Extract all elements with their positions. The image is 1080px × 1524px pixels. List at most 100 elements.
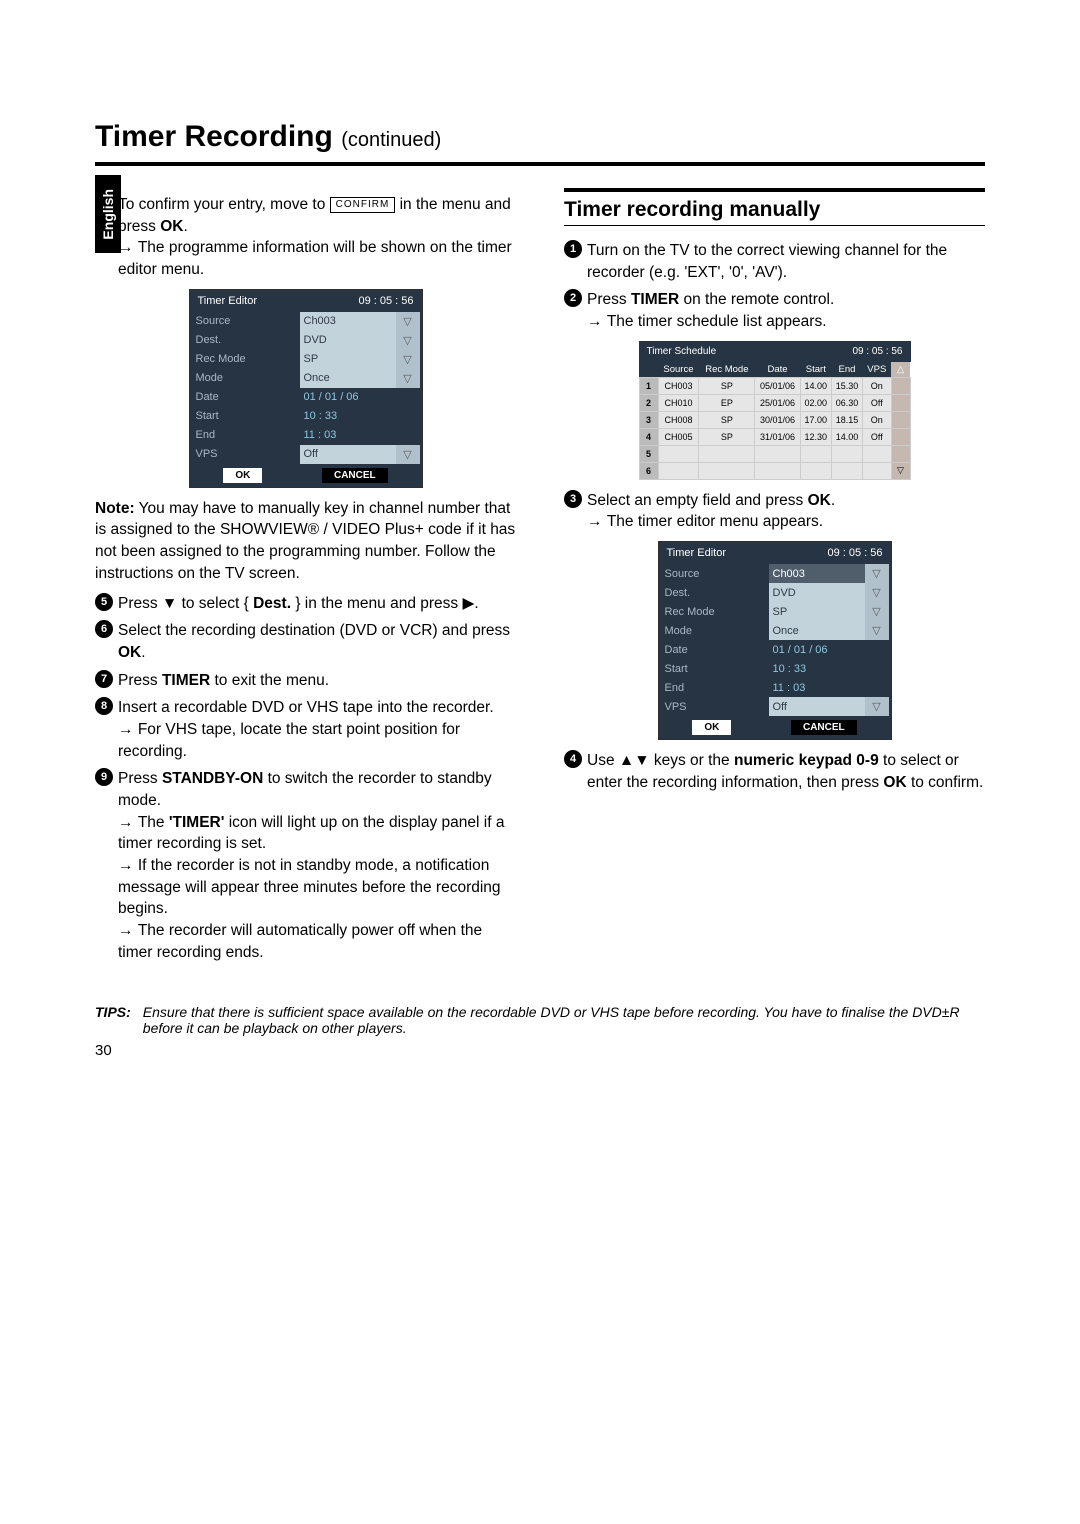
field-value[interactable]: Once [769, 621, 865, 640]
dropdown-icon[interactable]: ▽ [865, 583, 889, 602]
dropdown-icon[interactable]: ▽ [865, 621, 889, 640]
field-value[interactable]: 01 / 01 / 06 [769, 640, 889, 659]
table-cell [699, 462, 755, 479]
language-label: English [100, 189, 116, 240]
table-cell [658, 462, 699, 479]
field-value[interactable]: Ch003 [769, 564, 865, 583]
step-number-icon: 4 [564, 750, 582, 768]
section-heading: Timer recording manually [564, 198, 985, 222]
field-value[interactable]: 10 : 33 [769, 659, 889, 678]
scroll-up-icon[interactable]: △ [891, 362, 910, 378]
dropdown-icon[interactable]: ▽ [865, 564, 889, 583]
editor-row: Start10 : 33 [192, 407, 420, 426]
table-cell: 05/01/06 [755, 377, 800, 394]
dropdown-icon[interactable]: ▽ [865, 697, 889, 716]
field-value[interactable]: Ch003 [300, 312, 396, 331]
step-number-icon: 7 [95, 670, 113, 688]
scroll-down-icon[interactable]: ▽ [891, 462, 910, 479]
field-label: Start [192, 407, 300, 426]
table-row[interactable]: 3CH008SP30/01/0617.0018.15On [639, 411, 910, 428]
timer-editor-table: SourceCh003▽Dest.DVD▽Rec ModeSP▽ModeOnce… [192, 312, 420, 464]
field-label: Start [661, 659, 769, 678]
field-value[interactable]: 11 : 03 [300, 426, 420, 445]
field-label: Dest. [192, 331, 300, 350]
ok-button[interactable]: OK [692, 720, 731, 735]
ok-button[interactable]: OK [223, 468, 262, 483]
editor-row: VPSOff▽ [192, 445, 420, 464]
table-cell: SP [699, 428, 755, 445]
timer-editor-table: SourceCh003▽Dest.DVD▽Rec ModeSP▽ModeOnce… [661, 564, 889, 716]
table-row[interactable]: 5 [639, 445, 910, 462]
table-header: Date [755, 362, 800, 378]
field-label: VPS [661, 697, 769, 716]
field-label: Date [661, 640, 769, 659]
dropdown-icon[interactable]: ▽ [396, 331, 420, 350]
field-label: Rec Mode [192, 350, 300, 369]
field-value[interactable]: DVD [300, 331, 396, 350]
table-cell: 02.00 [800, 394, 831, 411]
table-cell: CH010 [658, 394, 699, 411]
panel-time: 09 : 05 : 56 [852, 346, 902, 357]
result-arrow-icon [118, 721, 138, 738]
cancel-button[interactable]: CANCEL [322, 468, 388, 483]
table-cell: 17.00 [800, 411, 831, 428]
result-arrow-icon [118, 857, 138, 874]
r-step-4: 4 Use ▲▼ keys or the numeric keypad 0-9 … [564, 750, 985, 793]
table-cell [755, 462, 800, 479]
field-label: End [661, 678, 769, 697]
table-header: Rec Mode [699, 362, 755, 378]
field-label: Source [661, 564, 769, 583]
field-label: Rec Mode [661, 602, 769, 621]
result-arrow-icon [118, 922, 138, 939]
step-8: 8 Insert a recordable DVD or VHS tape in… [95, 697, 516, 762]
table-row[interactable]: 6▽ [639, 462, 910, 479]
table-cell [800, 445, 831, 462]
field-value[interactable]: 11 : 03 [769, 678, 889, 697]
table-header: VPS [863, 362, 891, 378]
editor-row: Dest.DVD▽ [661, 583, 889, 602]
editor-row: Rec ModeSP▽ [192, 350, 420, 369]
result-arrow-icon [587, 513, 607, 530]
scroll-track [891, 411, 910, 428]
field-value[interactable]: Off [300, 445, 396, 464]
field-value[interactable]: Once [300, 369, 396, 388]
table-header [639, 362, 658, 378]
step-4: 4 To confirm your entry, move to CONFIRM… [95, 194, 516, 281]
timer-schedule-panel: Timer Schedule 09 : 05 : 56 SourceRec Mo… [639, 341, 911, 480]
field-value[interactable]: SP [300, 350, 396, 369]
tips-footer: TIPS: Ensure that there is sufficient sp… [95, 1004, 985, 1036]
field-value[interactable]: DVD [769, 583, 865, 602]
note-paragraph: Note: You may have to manually key in ch… [95, 498, 516, 585]
scroll-track [891, 394, 910, 411]
dropdown-icon[interactable]: ▽ [865, 602, 889, 621]
timer-editor-panel: Timer Editor 09 : 05 : 56 SourceCh003▽De… [189, 289, 423, 488]
field-value[interactable]: 01 / 01 / 06 [300, 388, 420, 407]
editor-row: ModeOnce▽ [661, 621, 889, 640]
section-rule: Timer recording manually [564, 188, 985, 226]
scroll-track [891, 428, 910, 445]
table-cell [755, 445, 800, 462]
step-number-icon: 8 [95, 697, 113, 715]
panel-time: 09 : 05 : 56 [358, 295, 413, 307]
field-value[interactable]: 10 : 33 [300, 407, 420, 426]
table-cell: 18.15 [831, 411, 862, 428]
dropdown-icon[interactable]: ▽ [396, 312, 420, 331]
dropdown-icon[interactable]: ▽ [396, 350, 420, 369]
field-value[interactable]: SP [769, 602, 865, 621]
step-9: 9 Press STANDBY-ON to switch the recorde… [95, 768, 516, 963]
dropdown-icon[interactable]: ▽ [396, 445, 420, 464]
field-value[interactable]: Off [769, 697, 865, 716]
editor-row: End11 : 03 [192, 426, 420, 445]
editor-row: SourceCh003▽ [192, 312, 420, 331]
dropdown-icon[interactable]: ▽ [396, 369, 420, 388]
step-number-icon: 1 [564, 240, 582, 258]
table-cell [863, 462, 891, 479]
editor-row: SourceCh003▽ [661, 564, 889, 583]
table-row[interactable]: 4CH005SP31/01/0612.3014.00Off [639, 428, 910, 445]
table-cell: On [863, 377, 891, 394]
field-label: Mode [192, 369, 300, 388]
table-row[interactable]: 1CH003SP05/01/0614.0015.30On [639, 377, 910, 394]
field-label: Mode [661, 621, 769, 640]
table-row[interactable]: 2CH010EP25/01/0602.0006.30Off [639, 394, 910, 411]
cancel-button[interactable]: CANCEL [791, 720, 857, 735]
